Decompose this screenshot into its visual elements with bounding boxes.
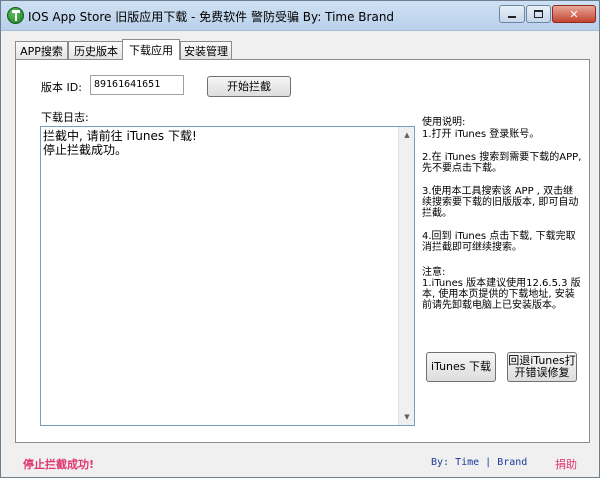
instructions-heading: 使用说明: [422, 117, 466, 128]
log-scrollbar[interactable]: ▲ ▼ [398, 127, 414, 425]
itunes-download-button[interactable]: iTunes 下载 [426, 352, 496, 382]
note-heading: 注意: [422, 267, 446, 278]
tab-download-app[interactable]: 下载应用 [122, 39, 180, 60]
close-icon: ✕ [569, 7, 579, 21]
tab-app-search[interactable]: APP搜索 [15, 41, 68, 59]
title-bar[interactable]: IOS App Store 旧版应用下载 - 免费软件 警防受骗 By: Tim… [1, 1, 599, 31]
usage-instructions: 使用说明: 1.打开 iTunes 登录账号。 2.在 iTunes 搜索到需要… [422, 117, 582, 265]
donate-link[interactable]: 捐助 [555, 456, 577, 472]
note-text: 1.iTunes 版本建议使用12.6.5.3 版本, 使用本页提供的下载地址,… [422, 278, 581, 311]
instruction-step: 1.打开 iTunes 登录账号。 [422, 129, 540, 140]
maximize-button[interactable] [526, 5, 551, 23]
note-section: 注意: 1.iTunes 版本建议使用12.6.5.3 版本, 使用本页提供的下… [422, 267, 582, 311]
app-window: IOS App Store 旧版应用下载 - 免费软件 警防受骗 By: Tim… [0, 0, 600, 478]
download-log-label: 下载日志: [41, 111, 89, 124]
maximize-icon [534, 10, 543, 18]
instruction-step: 3.使用本工具搜索该 APP , 双击继续搜索要下载的旧版版本, 即可自动拦截。 [422, 186, 579, 219]
version-id-input[interactable]: 89161641651 [90, 75, 184, 95]
author-credit: By: Time | Brand [431, 457, 528, 468]
repair-itunes-button[interactable]: 回退iTunes打开错误修复 [507, 352, 577, 382]
download-log-textarea[interactable]: 拦截中, 请前往 iTunes 下载! 停止拦截成功。 ▲ ▼ [40, 126, 415, 426]
scroll-up-icon[interactable]: ▲ [399, 127, 415, 143]
close-button[interactable]: ✕ [552, 5, 596, 23]
window-title: IOS App Store 旧版应用下载 - 免费软件 警防受骗 By: Tim… [28, 10, 395, 24]
minimize-button[interactable] [499, 5, 525, 23]
status-message: 停止拦截成功! [23, 458, 95, 471]
download-log-text: 拦截中, 请前往 iTunes 下载! 停止拦截成功。 [43, 129, 197, 157]
version-id-label: 版本 ID: [41, 81, 82, 94]
instruction-step: 2.在 iTunes 搜索到需要下载的APP, 先不要点击下载。 [422, 152, 582, 174]
start-intercept-button[interactable]: 开始拦截 [207, 76, 291, 97]
tab-history-versions[interactable]: 历史版本 [68, 41, 124, 59]
scroll-down-icon[interactable]: ▼ [399, 409, 415, 425]
instruction-step: 4.回到 iTunes 点击下载, 下载完取消拦截即可继续搜索。 [422, 231, 576, 253]
minimize-icon [508, 16, 516, 18]
tab-install-manage[interactable]: 安装管理 [180, 41, 232, 59]
app-logo-icon [7, 7, 24, 24]
